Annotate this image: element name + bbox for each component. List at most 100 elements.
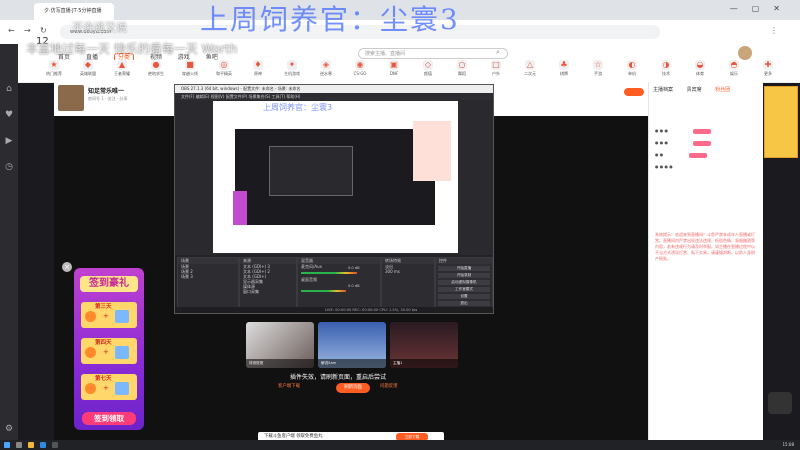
category-label: 更多 — [764, 71, 772, 76]
category-item[interactable]: ■ 穿越火线 — [176, 60, 204, 77]
reload-icon[interactable]: ↻ — [40, 26, 47, 35]
gift-icon — [115, 382, 129, 395]
home-icon[interactable]: ⌂ — [3, 84, 15, 96]
chat-line: ● ● ● — [655, 140, 712, 146]
browser-tab[interactable]: 夕·仿写直播·JT·5分钟直播 — [34, 3, 114, 20]
category-item[interactable]: ▣ DNF — [380, 60, 408, 76]
category-item[interactable]: ♣ 棋牌 — [550, 60, 578, 77]
preview-signin-popup — [233, 191, 247, 225]
settings-icon[interactable]: ⚙ — [3, 424, 15, 436]
streamer-avatar[interactable] — [58, 85, 84, 111]
preview-obs-nested — [269, 146, 353, 196]
obs-window[interactable]: OBS 27.1.3 (64 bit, windows) - 配置文件: 未命名… — [174, 84, 494, 314]
category-item[interactable]: ○ 舞蹈 — [448, 60, 476, 77]
signin-day-card: 第七天 + — [81, 374, 137, 400]
category-item[interactable]: △ 二次元 — [516, 60, 544, 77]
recommend-card[interactable]: 解说Sam — [318, 322, 386, 368]
category-item[interactable]: ◒ 体育 — [686, 60, 714, 77]
start-streaming-button[interactable]: 开始直播 — [438, 266, 490, 271]
category-item[interactable]: ◓ 娱乐 — [720, 60, 748, 77]
studio-mode-button[interactable]: 工作室模式 — [438, 287, 490, 292]
category-label: 户外 — [492, 71, 500, 76]
category-item[interactable]: ♦ 原神 — [244, 60, 272, 77]
category-label: 单机 — [628, 71, 636, 76]
back-icon[interactable]: ← — [8, 26, 15, 35]
chat-panel: 主播档案 贵宾席 粉丝团 ● ● ● ● ● ● ● ● ● ● ● ● 系统提… — [648, 82, 763, 440]
follow-button[interactable] — [624, 88, 644, 96]
category-label: 王者荣耀 — [114, 71, 130, 76]
menu-icon[interactable]: ⋮ — [770, 26, 778, 35]
category-item[interactable]: □ 户外 — [482, 60, 510, 77]
category-item[interactable]: ✦ 主机游戏 — [278, 60, 306, 77]
category-icon: ☆ — [593, 60, 603, 70]
category-item[interactable]: ◉ CS:GO — [346, 60, 374, 76]
close-icon[interactable]: × — [62, 262, 72, 272]
user-avatar[interactable] — [738, 46, 752, 60]
tab-profile[interactable]: 主播档案 — [653, 87, 673, 93]
video-icon[interactable]: ▶ — [3, 136, 15, 148]
category-item[interactable]: ◎ 和平精英 — [210, 60, 238, 77]
room-title: 知足常乐唯一 — [88, 88, 125, 95]
category-icon: ■ — [185, 60, 195, 70]
volume-meter — [301, 290, 346, 292]
category-item[interactable]: ◇ 颜值 — [414, 60, 442, 77]
floating-widget[interactable] — [768, 392, 792, 414]
taskbar: 15:08 — [0, 440, 800, 450]
category-label: 热门推荐 — [46, 71, 62, 76]
history-icon[interactable]: ◷ — [3, 162, 15, 174]
taskbar-app-icon[interactable] — [16, 442, 22, 448]
category-item[interactable]: ◐ 单机 — [618, 60, 646, 77]
category-icon: ● — [151, 60, 161, 70]
category-item[interactable]: ✚ 更多 — [754, 60, 782, 77]
search-input[interactable]: 搜索主播、直播间 — [358, 48, 508, 59]
category-item[interactable]: ▲ 王者荣耀 — [108, 60, 136, 77]
reload-page-button[interactable]: 刷新页面 — [336, 383, 370, 393]
plus-icon: + — [103, 312, 109, 320]
exit-button[interactable]: 退出 — [438, 301, 490, 306]
category-icon: ◆ — [83, 60, 93, 70]
source-item[interactable]: 窗口采集 — [240, 289, 296, 294]
browser-icon[interactable] — [40, 442, 46, 448]
forward-icon[interactable]: → — [24, 26, 31, 35]
client-download-link[interactable]: 客户端下载 — [278, 383, 300, 389]
signin-day-card: 第四天 + — [81, 338, 137, 364]
category-item[interactable]: ◈ 逆水寒 — [312, 60, 340, 77]
recommend-card[interactable]: 林斑斑斑 — [246, 322, 314, 368]
chat-line: ● ● ● — [655, 128, 712, 134]
category-icon: ◒ — [695, 60, 705, 70]
obs-titlebar: OBS 27.1.3 (64 bit, windows) - 配置文件: 未命名… — [175, 85, 493, 93]
virtual-camera-button[interactable]: 启动虚拟摄像机 — [438, 280, 490, 285]
category-item[interactable]: ● 绝地求生 — [142, 60, 170, 77]
chat-line: ● ● ● ● — [655, 164, 673, 169]
side-ad-banner[interactable] — [764, 86, 798, 158]
transition-duration[interactable]: 300 ms — [382, 269, 434, 274]
search-icon[interactable]: ⌕ — [496, 48, 500, 57]
category-item[interactable]: ◑ 技术 — [652, 60, 680, 77]
category-row: ★ 热门推荐 ◆ 英雄联盟 ▲ 王者荣耀 ● 绝地求生 ■ 穿越火线 ◎ 和平精英 ♦ 原神 ✦ 主机游戏 ◈ 逆… — [18, 60, 800, 83]
scene-item[interactable]: 场景 3 — [178, 274, 238, 279]
category-label: 穿越火线 — [182, 71, 198, 76]
folder-icon[interactable] — [28, 442, 34, 448]
settings-button[interactable]: 设置 — [438, 294, 490, 299]
follow-icon[interactable]: ♥ — [3, 110, 15, 122]
window-controls[interactable]: —▢✕ — [730, 4, 794, 13]
start-icon[interactable] — [4, 442, 10, 448]
category-item[interactable]: ◆ 英雄联盟 — [74, 60, 102, 77]
category-icon: ★ — [49, 60, 59, 70]
obs-preview[interactable]: 上周饲养官：尘寰3 — [213, 101, 458, 253]
card-caption: 解说Sam — [318, 359, 386, 368]
category-icon: ✦ — [287, 60, 297, 70]
obs-icon[interactable] — [52, 442, 58, 448]
start-recording-button[interactable]: 开始录制 — [438, 273, 490, 278]
preview-chat — [413, 121, 451, 181]
obs-menubar[interactable]: 文件(F) 编辑(E) 视图(V) 配置文件(P) 场景集合(S) 工具(T) … — [175, 93, 493, 100]
recommend-card[interactable]: 主播1 — [390, 322, 458, 368]
day-label: 第四天 — [95, 340, 112, 346]
category-item[interactable]: ☆ 手游 — [584, 60, 612, 77]
tab-fans[interactable]: 粉丝团 — [715, 87, 730, 93]
tab-vip[interactable]: 贵宾席 — [687, 87, 702, 93]
feedback-link[interactable]: 问题反馈 — [380, 383, 398, 389]
category-item[interactable]: ★ 热门推荐 — [40, 60, 68, 77]
category-label: CS:GO — [353, 71, 367, 76]
signin-claim-button[interactable]: 签到领取 — [82, 412, 136, 425]
